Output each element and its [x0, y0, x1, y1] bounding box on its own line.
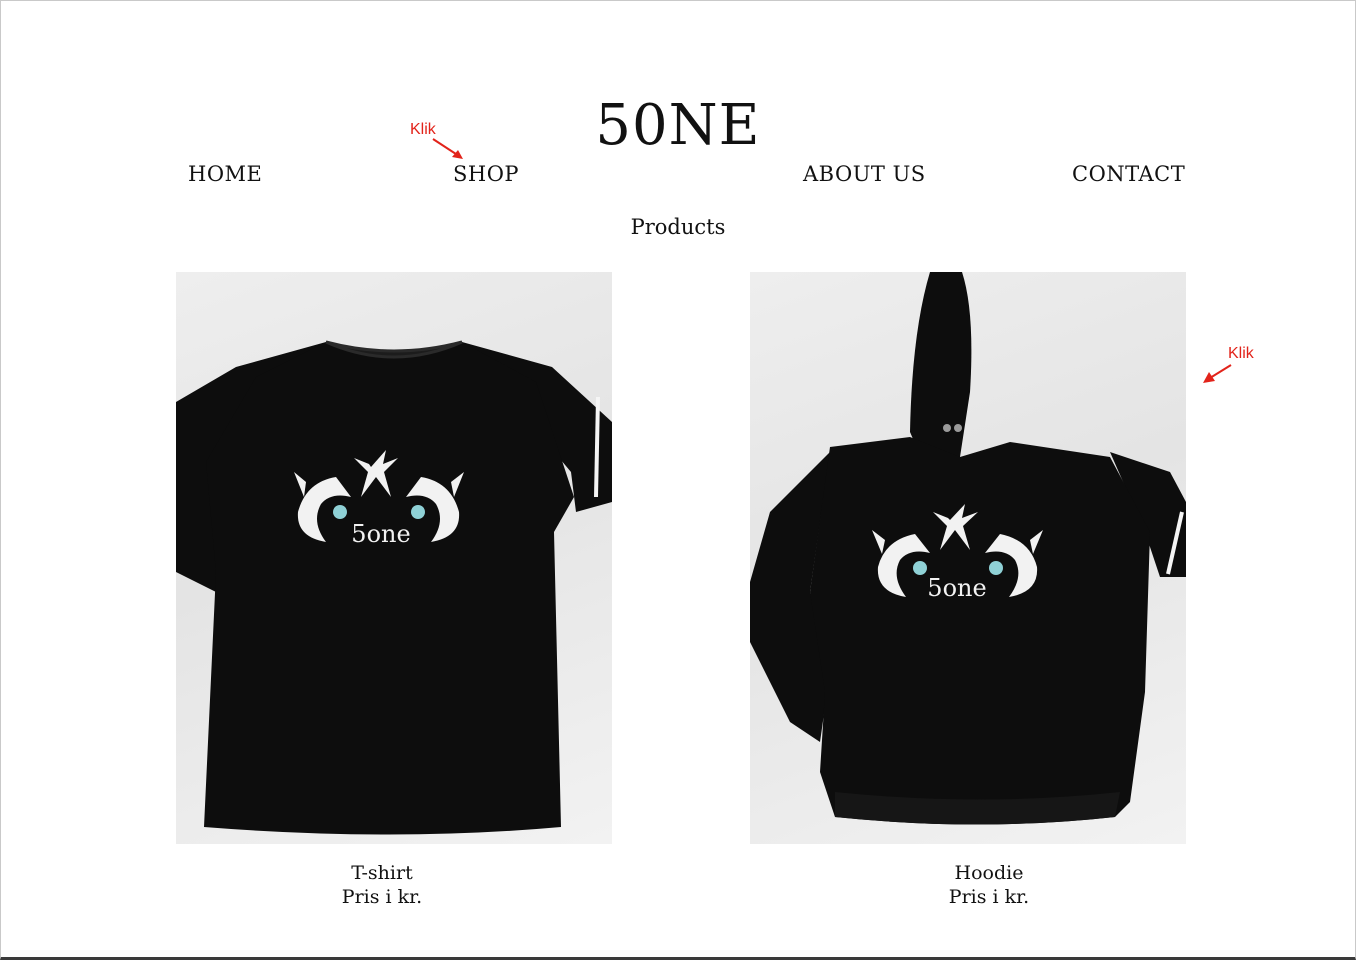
hoodie-click-annotation: Klik: [1228, 345, 1254, 362]
hoodie-print-text: 5one: [927, 574, 986, 602]
products-heading: Products: [630, 215, 726, 239]
hoodie-product-image[interactable]: 5one: [750, 272, 1186, 844]
nav-about-us-link[interactable]: ABOUT US: [803, 160, 926, 188]
tshirt-name[interactable]: T-shirt: [164, 861, 600, 885]
tshirt-print-text: 5one: [351, 520, 410, 548]
hoodie-caption: Hoodie Pris i kr.: [771, 861, 1207, 909]
nav-shop-link[interactable]: SHOP: [453, 160, 519, 188]
tshirt-price-label: Pris i kr.: [341, 886, 423, 908]
hoodie-price-label: Pris i kr.: [948, 886, 1030, 908]
arrow-icon: [432, 138, 463, 159]
tshirt-caption: T-shirt Pris i kr.: [164, 861, 600, 909]
arrow-icon: [1203, 364, 1232, 383]
site-logo[interactable]: 50NE: [0, 92, 1356, 160]
tshirt-product-image[interactable]: 5one: [176, 272, 612, 844]
nav-home-link[interactable]: HOME: [188, 160, 262, 188]
hoodie-name[interactable]: Hoodie: [771, 861, 1207, 885]
nav-contact-link[interactable]: CONTACT: [1072, 160, 1185, 188]
